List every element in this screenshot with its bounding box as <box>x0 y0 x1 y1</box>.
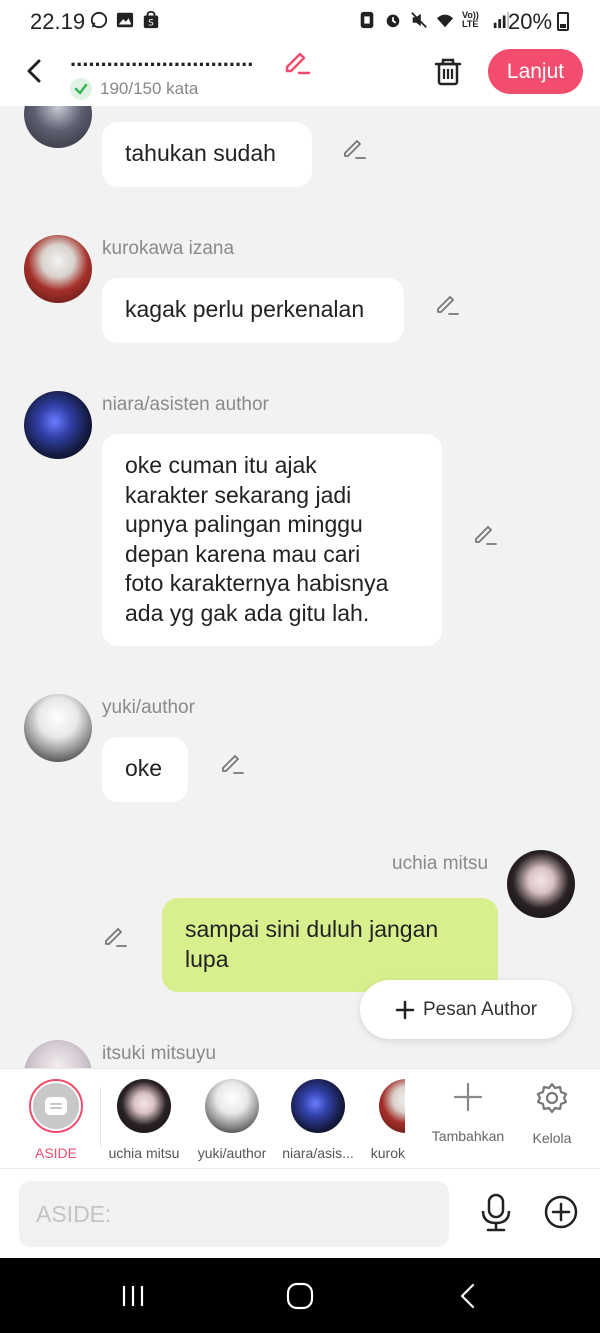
back-nav-icon[interactable] <box>453 1281 483 1311</box>
character-label: yuki/author <box>197 1145 267 1161</box>
character-label: uchia mitsu <box>108 1145 180 1161</box>
manage-characters-button[interactable]: Kelola <box>517 1081 587 1146</box>
editor-header: .............................. 190/150 k… <box>0 44 600 106</box>
home-icon[interactable] <box>285 1281 315 1311</box>
word-count: 190/150 kata <box>70 78 198 100</box>
microphone-icon[interactable] <box>478 1193 514 1233</box>
whatsapp-icon <box>90 11 108 29</box>
avatar[interactable] <box>24 1040 92 1068</box>
sender-name: yuki/author <box>102 697 195 718</box>
character-bar: ASIDE uchia mitsu yuki/author niara/asis… <box>0 1068 600 1169</box>
sender-name: kurokawa izana <box>102 238 235 259</box>
plus-icon <box>453 1082 483 1112</box>
aside-avatar <box>29 1079 83 1133</box>
character-avatar <box>291 1079 345 1133</box>
gallery-icon <box>116 12 134 28</box>
character-niara[interactable]: niara/asis... <box>278 1079 358 1161</box>
author-message-label: Pesan Author <box>422 998 538 1020</box>
add-character-label: Tambahkan <box>431 1128 505 1144</box>
message-bubble[interactable]: oke <box>102 737 188 802</box>
avatar[interactable] <box>24 106 92 148</box>
mute-icon <box>411 12 427 28</box>
nfc-icon <box>360 11 374 29</box>
title-edit-icon[interactable] <box>283 47 311 75</box>
character-label: ASIDE <box>34 1145 77 1161</box>
aside-icon <box>45 1097 67 1115</box>
back-button[interactable] <box>20 56 50 86</box>
edit-icon[interactable] <box>102 922 128 948</box>
story-title[interactable]: .............................. <box>70 48 253 70</box>
character-avatar <box>379 1079 405 1133</box>
battery-percent: 20% <box>508 9 553 34</box>
shop-icon: S <box>143 11 159 28</box>
sender-name: itsuki mitsuyu <box>102 1043 217 1064</box>
edit-icon[interactable] <box>434 290 460 316</box>
message-input[interactable] <box>19 1181 449 1247</box>
system-nav-bar <box>0 1258 600 1333</box>
volte-icon: Vo)) LTE <box>462 10 479 29</box>
avatar[interactable] <box>24 694 92 762</box>
edit-icon[interactable] <box>341 134 367 160</box>
wifi-icon <box>436 14 454 28</box>
message-text: sampai sini duluh jangan lupa <box>185 916 439 972</box>
avatar[interactable] <box>507 850 575 918</box>
character-label: niara/asis... <box>282 1145 354 1161</box>
message-bubble[interactable]: tahukan sudah <box>102 122 312 187</box>
add-character-button[interactable]: Tambahkan <box>428 1081 508 1144</box>
message-text: oke <box>125 755 163 781</box>
author-message-button[interactable]: Pesan Author <box>360 980 572 1039</box>
avatar[interactable] <box>24 235 92 303</box>
status-bar: 22.19 S Vo)) LTE 20% <box>0 0 600 44</box>
word-count-text: 190/150 kata <box>100 79 199 98</box>
message-text: tahukan sudah <box>125 140 276 166</box>
character-uchia-mitsu[interactable]: uchia mitsu <box>104 1079 184 1161</box>
character-kurokawa[interactable]: kurok <box>365 1079 405 1161</box>
plus-icon <box>395 1000 415 1019</box>
edit-icon[interactable] <box>219 749 245 775</box>
message-bubble[interactable]: sampai sini duluh jangan lupa <box>162 898 498 992</box>
avatar[interactable] <box>24 391 92 459</box>
alarm-icon <box>386 14 400 28</box>
battery-icon <box>557 12 569 31</box>
message-text: oke cuman itu ajak karakter sekarang jad… <box>125 452 389 626</box>
recent-apps-icon[interactable] <box>118 1281 148 1311</box>
sender-name: niara/asisten author <box>102 394 269 415</box>
status-left-icons: S <box>90 11 160 29</box>
message-bubble[interactable]: kagak perlu perkenalan <box>102 278 404 343</box>
edit-icon[interactable] <box>472 520 498 546</box>
message-text: kagak perlu perkenalan <box>125 296 365 322</box>
message-bubble[interactable]: oke cuman itu ajak karakter sekarang jad… <box>102 434 442 646</box>
character-aside[interactable]: ASIDE <box>22 1079 90 1161</box>
composer <box>0 1168 600 1259</box>
character-label: kurok <box>370 1145 405 1161</box>
trash-icon[interactable] <box>432 56 464 88</box>
sender-name: uchia mitsu <box>392 853 489 874</box>
character-avatar <box>205 1079 259 1133</box>
manage-characters-label: Kelola <box>532 1130 572 1146</box>
next-button[interactable]: Lanjut <box>488 49 583 94</box>
divider <box>100 1087 101 1147</box>
gear-icon <box>536 1082 568 1114</box>
status-right-icons: Vo)) LTE <box>358 11 510 29</box>
chat-area[interactable]: tahukan sudah kurokawa izana kagak perlu… <box>0 106 600 1068</box>
character-avatar <box>117 1079 171 1133</box>
status-time: 22.19 <box>30 9 86 34</box>
add-circle-icon[interactable] <box>543 1194 579 1230</box>
svg-text:S: S <box>148 18 154 28</box>
check-icon <box>70 78 92 100</box>
character-yuki-author[interactable]: yuki/author <box>192 1079 272 1161</box>
